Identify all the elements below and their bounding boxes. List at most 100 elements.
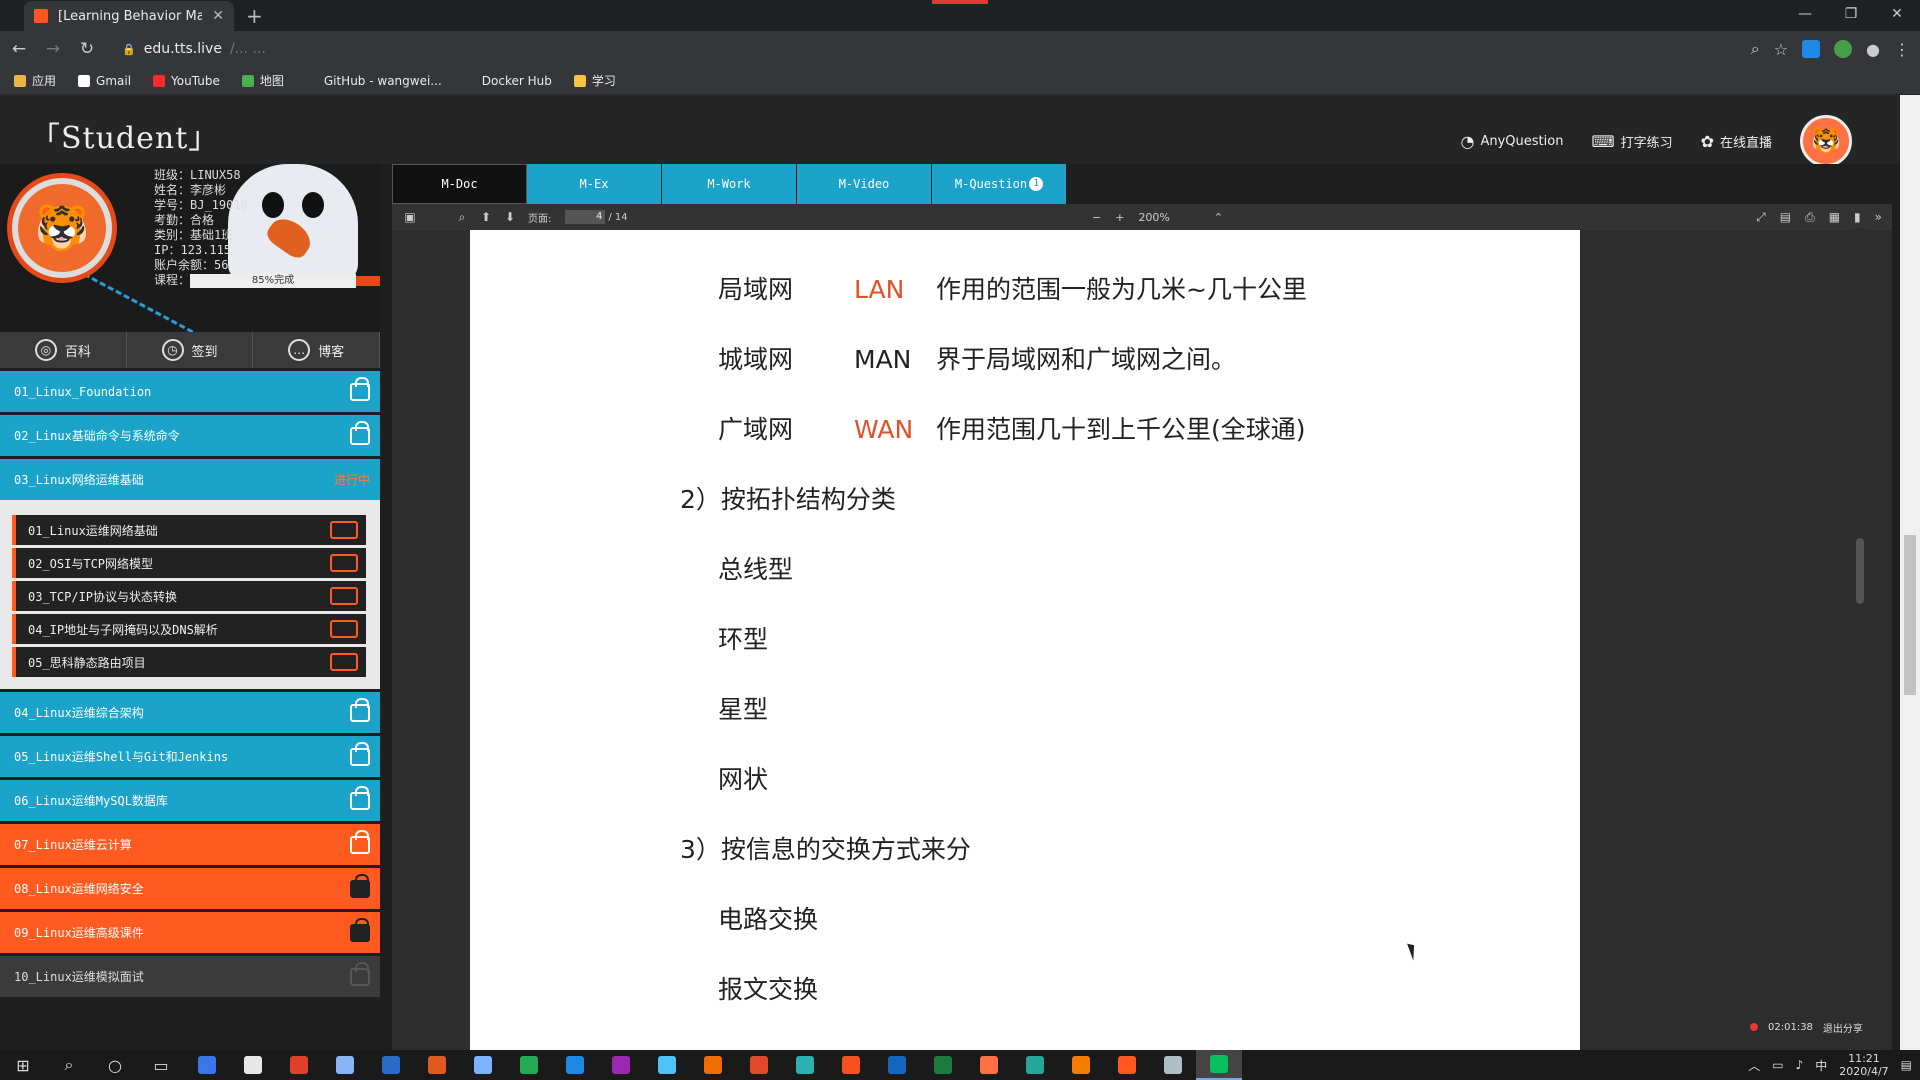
exit-share-button[interactable]: 退出分享 [1823,1020,1863,1035]
prev-page-icon[interactable]: ⬆ [474,210,498,224]
quick-nav-item[interactable]: ◎ 百科 [0,332,127,368]
course-item[interactable]: 02_Linux基础命令与系统命令 [0,415,380,456]
reload-icon[interactable]: ↻ [72,39,102,59]
open-file-icon[interactable]: ▤ [1780,210,1791,224]
taskbar-app-icon[interactable] [322,1050,368,1080]
zoom-dropdown-icon[interactable]: ⌃ [1214,211,1223,224]
lesson-item[interactable]: 04_IP地址与子网掩码以及DNS解析 [12,614,366,644]
page-number-input[interactable]: 4 [565,210,606,224]
taskbar-app-icon[interactable] [414,1050,460,1080]
page-scrollbar[interactable] [1900,95,1920,1050]
tab-m-ex[interactable]: M-Ex [527,164,662,204]
lesson-item[interactable]: 01_Linux运维网络基础 [12,515,366,545]
bookmark-item[interactable]: 学习 [573,72,616,89]
taskbar-app-icon[interactable] [506,1050,552,1080]
extension-icon[interactable] [1802,40,1821,58]
minimize-button[interactable]: — [1782,0,1828,31]
taskbar-app-icon[interactable] [966,1050,1012,1080]
profile-icon[interactable]: ● [1866,40,1880,59]
course-item[interactable]: 03_Linux网络运维基础 进行中 [0,459,380,500]
taskbar-app-icon[interactable] [828,1050,874,1080]
clock[interactable]: 11:21 2020/4/7 [1839,1052,1888,1078]
course-item[interactable]: 06_Linux运维MySQL数据库 [0,780,380,821]
ime-indicator[interactable]: 中 [1815,1057,1827,1074]
bookmark-icon[interactable]: ▮ [1854,210,1861,224]
zoom-icon[interactable]: ⌕ [1751,39,1760,59]
taskbar-app-icon[interactable] [690,1050,736,1080]
forward-arrow-icon[interactable]: → [38,39,68,59]
new-tab-button[interactable]: + [246,4,263,28]
search-icon[interactable]: ⌕ [46,1050,92,1080]
course-item[interactable]: 04_Linux运维综合架构 [0,692,380,733]
network-icon[interactable]: ▭ [1772,1058,1783,1072]
header-nav-item[interactable]: ✿ 在线直播 [1701,132,1772,151]
taskbar-app-icon[interactable] [1104,1050,1150,1080]
browser-tab[interactable]: [Learning Behavior Manage ✕ [24,1,234,31]
quick-nav-item[interactable]: … 博客 [253,332,381,368]
course-item[interactable]: 08_Linux运维网络安全 [0,868,380,909]
bookmark-item[interactable]: 地图 [241,72,284,89]
windows-start-icon[interactable]: ⊞ [0,1050,46,1080]
taskbar-app-icon[interactable] [736,1050,782,1080]
course-item[interactable]: 10_Linux运维模拟面试 [0,956,380,997]
search-icon[interactable]: ⌕ [450,210,474,225]
viewer-scrollbar[interactable] [1854,228,1866,1038]
tab-m-doc[interactable]: M-Doc [392,164,527,204]
sidebar-toggle-icon[interactable]: ▣ [398,210,422,224]
taskbar-app-icon[interactable] [920,1050,966,1080]
taskbar-app-icon[interactable] [276,1050,322,1080]
more-tools-icon[interactable]: » [1875,210,1882,224]
extension-icon[interactable] [1834,40,1853,58]
user-avatar[interactable]: 🐯 [1800,115,1852,167]
taskbar-app-icon[interactable] [598,1050,644,1080]
taskbar-app-icon[interactable] [874,1050,920,1080]
taskbar-app-icon[interactable] [460,1050,506,1080]
cortana-icon[interactable]: ○ [92,1050,138,1080]
taskbar-app-icon[interactable] [552,1050,598,1080]
print-icon[interactable]: ⎙ [1805,210,1815,225]
taskbar-app-icon[interactable] [1012,1050,1058,1080]
zoom-in-button[interactable]: + [1115,211,1124,224]
task-view-icon[interactable]: ▭ [138,1050,184,1080]
course-item[interactable]: 07_Linux运维云计算 [0,824,380,865]
back-arrow-icon[interactable]: ← [4,39,34,59]
next-page-icon[interactable]: ⬇ [498,210,522,224]
menu-dots-icon[interactable]: ⋮ [1894,40,1910,59]
tray-chevron-icon[interactable]: ︿ [1748,1057,1760,1074]
star-icon[interactable]: ☆ [1774,40,1788,59]
lesson-item[interactable]: 02_OSI与TCP网络模型 [12,548,366,578]
zoom-level[interactable]: 200% [1138,211,1169,224]
tab-close-icon[interactable]: ✕ [212,8,224,24]
taskbar-app-icon[interactable] [184,1050,230,1080]
tab-m-video[interactable]: M-Video [797,164,932,204]
taskbar-app-icon[interactable] [1150,1050,1196,1080]
download-icon[interactable]: ▦ [1829,210,1840,224]
header-nav-item[interactable]: ⌨ 打字练习 [1591,132,1672,151]
tab-m-question[interactable]: M-Question 1 [932,164,1067,204]
close-window-button[interactable]: ✕ [1874,0,1920,31]
taskbar-app-icon[interactable] [644,1050,690,1080]
course-item[interactable]: 09_Linux运维高级课件 [0,912,380,953]
quick-nav-item[interactable]: ◷ 签到 [127,332,254,368]
bookmark-item[interactable]: Gmail [78,74,131,88]
taskbar-app-icon[interactable] [782,1050,828,1080]
url-field[interactable]: 🔒 edu.tts.live /... ... [122,41,266,57]
bookmark-item[interactable]: GitHub - wangwei... [305,74,442,88]
bookmark-item[interactable]: YouTube [153,74,220,88]
course-item[interactable]: 01_Linux_Foundation [0,371,380,412]
volume-icon[interactable]: ♪ [1796,1058,1804,1072]
taskbar-app-icon[interactable] [368,1050,414,1080]
lesson-item[interactable]: 03_TCP/IP协议与状态转换 [12,581,366,611]
taskbar-app-icon[interactable] [230,1050,276,1080]
bookmark-item[interactable]: 应用 [14,72,56,89]
notification-icon[interactable]: ▤ [1901,1058,1912,1072]
tab-m-work[interactable]: M-Work [662,164,797,204]
taskbar-app-icon[interactable] [1058,1050,1104,1080]
fullscreen-icon[interactable]: ⤢ [1756,210,1766,225]
course-item[interactable]: 05_Linux运维Shell与Git和Jenkins [0,736,380,777]
restore-button[interactable]: ❐ [1828,0,1874,31]
zoom-out-button[interactable]: − [1092,211,1101,224]
bookmark-item[interactable]: Docker Hub [463,74,552,88]
header-nav-item[interactable]: ◔ AnyQuestion [1461,132,1564,151]
taskbar-app-icon[interactable] [1196,1050,1242,1080]
